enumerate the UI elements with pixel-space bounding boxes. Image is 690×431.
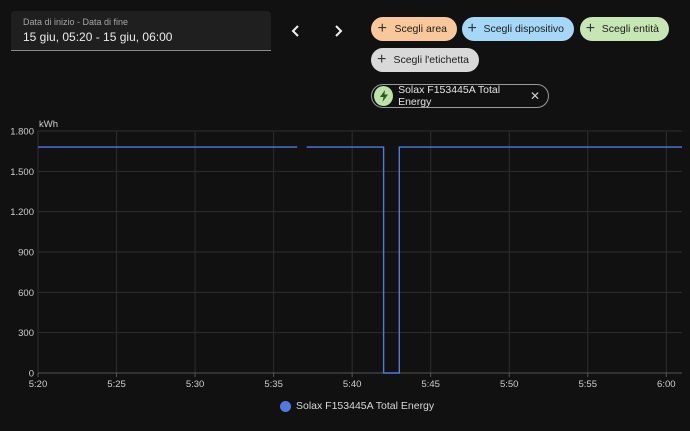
chart-legend[interactable]: Solax F153445A Total Energy	[280, 400, 434, 412]
y-tick-label: 600	[18, 288, 34, 299]
x-tick-label: 5:25	[107, 379, 126, 390]
y-tick-label: 0	[29, 369, 34, 380]
x-tick-label: 5:20	[29, 379, 48, 390]
legend-label: Solax F153445A Total Energy	[296, 400, 435, 412]
history-chart: 0 300 600 900 1.200 1.500 1.800 5:20 5:25 5:30 5:3…	[10, 119, 682, 390]
y-axis-label: kWh	[39, 119, 58, 130]
x-tick-label: 5:45	[421, 379, 440, 390]
y-tick-label: 1.500	[10, 167, 34, 178]
y-tick-label: 1.800	[10, 127, 34, 138]
x-tick-label: 5:50	[500, 379, 519, 390]
legend-color-dot	[280, 400, 291, 412]
y-tick-label: 300	[18, 328, 34, 339]
y-tick-label: 1.200	[10, 207, 34, 218]
x-tick-label: 5:30	[186, 379, 205, 390]
series-line	[306, 146, 682, 374]
y-tick-label: 900	[18, 248, 34, 259]
x-tick-label: 5:40	[343, 379, 362, 390]
x-tick-label: 5:55	[579, 379, 598, 390]
x-tick-label: 5:35	[264, 379, 283, 390]
x-tick-label: 6:00	[657, 379, 676, 390]
